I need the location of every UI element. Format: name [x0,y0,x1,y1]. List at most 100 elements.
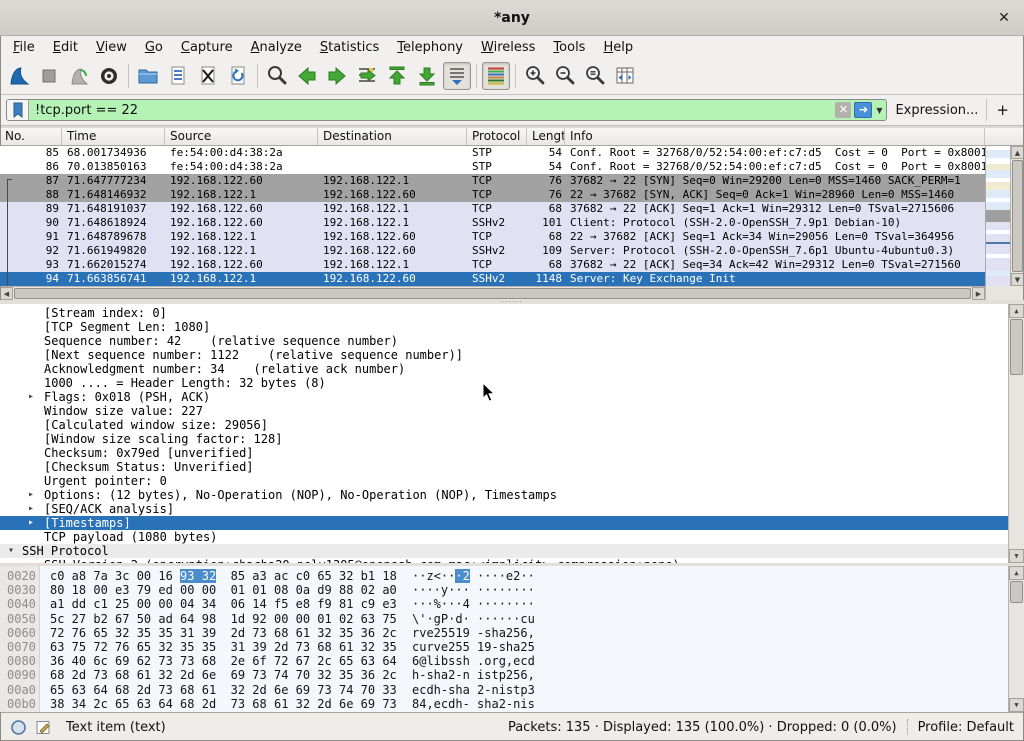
go-to-packet-icon[interactable] [353,62,381,90]
detail-row[interactable]: Urgent pointer: 0 [0,474,1008,488]
packet-row-89[interactable]: 8971.648191037192.168.122.60192.168.122.… [0,202,985,216]
packet-list-hscrollbar[interactable]: ◀ ▶ [0,286,985,300]
scroll-right-icon[interactable]: ▶ [972,287,985,300]
scroll-up-icon[interactable]: ▲ [1011,146,1024,159]
go-first-packet-icon[interactable] [383,62,411,90]
filter-clear-icon[interactable]: ✕ [835,102,851,118]
zoom-original-icon[interactable] [581,62,609,90]
column-header-protocol[interactable]: Protocol [467,128,527,145]
go-forward-icon[interactable] [323,62,351,90]
find-packet-icon[interactable] [263,62,291,90]
menu-analyze[interactable]: Analyze [242,39,311,56]
menu-statistics[interactable]: Statistics [311,39,388,56]
column-header-destination[interactable]: Destination [318,128,467,145]
detail-row[interactable]: ▸Options: (12 bytes), No-Operation (NOP)… [0,488,1008,502]
scroll-up-icon[interactable]: ▲ [1009,304,1024,318]
packet-row-87[interactable]: 8771.647777234192.168.122.60192.168.122.… [0,174,985,188]
hex-row-0040[interactable]: 0040a1 dd c1 25 00 00 04 34 06 14 f5 e8 … [0,597,1008,611]
restart-capture-icon[interactable] [65,62,93,90]
stop-capture-icon[interactable] [35,62,63,90]
hex-vscrollbar[interactable]: ▲ ▼ [1008,566,1024,712]
capture-comment-icon[interactable] [35,719,52,736]
detail-row[interactable]: [Calculated window size: 29056] [0,418,1008,432]
filter-input[interactable]: !tcp.port == 22 ✕ ➜ ▼ [6,99,887,121]
expander-closed-icon[interactable]: ▸ [28,390,34,404]
bookmark-icon[interactable] [7,100,29,120]
detail-row[interactable]: 1000 .... = Header Length: 32 bytes (8) [0,376,1008,390]
detail-row[interactable]: [Stream index: 0] [0,306,1008,320]
hex-row-0080[interactable]: 008036 40 6c 69 62 73 73 68 2e 6f 72 67 … [0,654,1008,668]
hex-row-0060[interactable]: 006072 76 65 32 35 35 31 39 2d 73 68 61 … [0,626,1008,640]
detail-row[interactable]: Acknowledgment number: 34 (relative ack … [0,362,1008,376]
packet-row-85[interactable]: 8568.001734936fe:54:00:d4:38:2aSTP54Conf… [0,146,985,160]
column-header-info[interactable]: Info [565,128,985,145]
hex-row-0050[interactable]: 00505c 27 b2 67 50 ad 64 98 1d 92 00 00 … [0,612,1008,626]
add-filter-button[interactable]: + [986,99,1018,121]
reload-capture-icon[interactable] [224,62,252,90]
column-header-length[interactable]: Length [527,128,565,145]
resize-columns-icon[interactable] [611,62,639,90]
column-header-source[interactable]: Source [165,128,318,145]
go-back-icon[interactable] [293,62,321,90]
expander-closed-icon[interactable]: ▸ [28,516,34,530]
detail-row[interactable]: [Window size scaling factor: 128] [0,432,1008,446]
detail-row[interactable]: ▸[Timestamps] [0,516,1008,530]
packet-row-94[interactable]: 9471.663856741192.168.122.1192.168.122.6… [0,272,985,286]
menu-capture[interactable]: Capture [172,39,242,56]
menu-file[interactable]: File [4,39,44,56]
expander-open-icon[interactable]: ▾ [8,544,14,558]
detail-row[interactable]: Sequence number: 42 (relative sequence n… [0,334,1008,348]
column-header-no[interactable]: No. [0,128,62,145]
scroll-down-icon[interactable]: ▼ [1009,549,1024,563]
scroll-down-icon[interactable]: ▼ [1009,698,1024,712]
detail-row[interactable]: ▸[SEQ/ACK analysis] [0,502,1008,516]
hex-row-00b0[interactable]: 00b038 34 2c 65 63 64 68 2d 73 68 61 32 … [0,697,1008,711]
detail-row[interactable]: ▸Flags: 0x018 (PSH, ACK) [0,390,1008,404]
profile-label[interactable]: Profile: Default [918,720,1014,735]
packet-list-vscrollbar[interactable]: ▲ ▼ [1010,146,1024,286]
hscroll-thumb[interactable] [14,288,971,299]
vscroll-thumb[interactable] [1012,160,1023,272]
packet-minimap[interactable] [985,146,1010,286]
hex-row-0070[interactable]: 007063 75 72 76 65 32 35 35 31 39 2d 73 … [0,640,1008,654]
scroll-down-icon[interactable]: ▼ [1011,273,1024,286]
scroll-up-icon[interactable]: ▲ [1009,566,1024,580]
close-icon[interactable]: ✕ [994,8,1014,28]
hex-row-00a0[interactable]: 00a065 63 64 68 2d 73 68 61 32 2d 6e 69 … [0,683,1008,697]
zoom-out-icon[interactable] [551,62,579,90]
column-header-time[interactable]: Time [62,128,165,145]
detail-row[interactable]: TCP payload (1080 bytes) [0,530,1008,544]
packet-row-92[interactable]: 9271.661949820192.168.122.1192.168.122.6… [0,244,985,258]
auto-scroll-icon[interactable] [443,62,471,90]
scroll-left-icon[interactable]: ◀ [0,287,13,300]
go-last-packet-icon[interactable] [413,62,441,90]
detail-row[interactable]: Checksum: 0x79ed [unverified] [0,446,1008,460]
hex-row-0020[interactable]: 0020c0 a8 7a 3c 00 16 93 32 85 a3 ac c0 … [0,569,1008,583]
menu-telephony[interactable]: Telephony [388,39,472,56]
colorize-icon[interactable] [482,62,510,90]
start-capture-icon[interactable] [5,62,33,90]
menu-edit[interactable]: Edit [44,39,87,56]
detail-row[interactable]: Window size value: 227 [0,404,1008,418]
save-capture-icon[interactable] [164,62,192,90]
open-capture-icon[interactable] [134,62,162,90]
detail-row[interactable]: ▾SSH Protocol [0,544,1008,558]
packet-row-91[interactable]: 9171.648789678192.168.122.1192.168.122.6… [0,230,985,244]
detail-row[interactable]: [Checksum Status: Unverified] [0,460,1008,474]
menu-view[interactable]: View [87,39,136,56]
scroll-track[interactable] [1009,376,1024,549]
capture-options-icon[interactable] [95,62,123,90]
hex-row-0030[interactable]: 003080 18 00 e3 79 ed 00 00 01 01 08 0a … [0,583,1008,597]
detail-row[interactable]: [Next sequence number: 1122 (relative se… [0,348,1008,362]
menu-go[interactable]: Go [136,39,172,56]
packet-row-88[interactable]: 8871.648146932192.168.122.1192.168.122.6… [0,188,985,202]
vscroll-thumb[interactable] [1010,581,1023,603]
hex-row-0090[interactable]: 009068 2d 73 68 61 32 2d 6e 69 73 74 70 … [0,668,1008,682]
packet-row-86[interactable]: 8670.013850163fe:54:00:d4:38:2aSTP54Conf… [0,160,985,174]
detail-vscrollbar[interactable]: ▲ ▼ [1008,304,1024,563]
vscroll-thumb[interactable] [1010,319,1023,375]
filter-history-caret-icon[interactable]: ▼ [872,106,886,115]
packet-row-93[interactable]: 9371.662015274192.168.122.60192.168.122.… [0,258,985,272]
menu-help[interactable]: Help [594,39,642,56]
filter-apply-icon[interactable]: ➜ [854,102,872,118]
